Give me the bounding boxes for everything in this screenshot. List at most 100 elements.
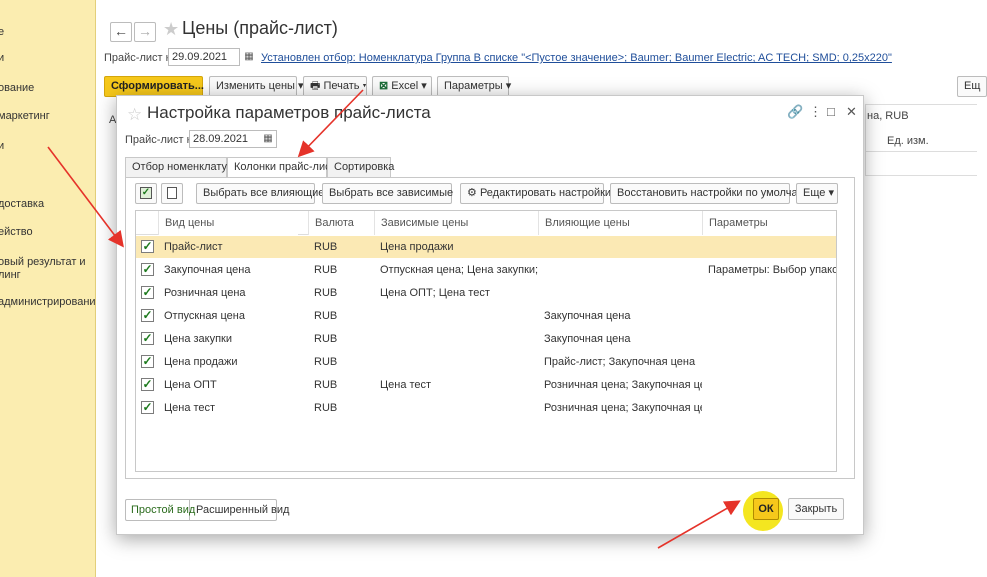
- cell-params: [702, 328, 836, 350]
- sidebar-item-5[interactable]: и: [0, 140, 95, 153]
- check-all-icon: ✓: [140, 187, 152, 199]
- cell-dependent: Цена продажи: [380, 241, 454, 253]
- table-row[interactable]: ✓ Отпускная цена RUB Закупочная цена: [136, 305, 836, 327]
- cell-price-type: Отпускная цена: [164, 310, 245, 322]
- back-button[interactable]: ←: [110, 22, 132, 42]
- cell-price-type: Цена ОПТ: [164, 379, 217, 391]
- forward-button[interactable]: →: [134, 22, 156, 42]
- simple-view-button[interactable]: Простой вид: [126, 500, 195, 520]
- cell-currency: RUB: [314, 287, 338, 299]
- favorite-star-icon[interactable]: ☆: [127, 105, 142, 125]
- table-row[interactable]: ✓ Цена тест RUB Розничная цена; Закупочная …: [136, 397, 836, 419]
- tab-sorting[interactable]: Сортировка: [327, 157, 394, 177]
- row-checkbox[interactable]: ✓: [141, 401, 154, 414]
- col-currency[interactable]: Валюта: [308, 211, 374, 235]
- check-all-button[interactable]: ✓: [135, 183, 157, 204]
- cell-params: [702, 351, 836, 373]
- cell-currency: RUB: [314, 379, 338, 391]
- calendar-icon[interactable]: ▦: [261, 131, 275, 147]
- cell-price-type: Розничная цена: [164, 287, 246, 299]
- view-switch: Простой вид Расширенный вид: [125, 499, 289, 521]
- more-button[interactable]: Еще ▾: [796, 183, 838, 204]
- cell-params: [702, 374, 836, 396]
- col-dependent[interactable]: Зависимые цены: [374, 211, 538, 235]
- filter-link[interactable]: Установлен отбор: Номенклатура Группа В …: [261, 52, 892, 64]
- copy-icon: [167, 187, 177, 199]
- row-checkbox[interactable]: ✓: [141, 378, 154, 391]
- select-all-dependent-button[interactable]: Выбрать все зависимые: [322, 183, 453, 204]
- row-checkbox[interactable]: ✓: [141, 240, 154, 253]
- edit-settings-label: Редактировать настройки: [479, 187, 612, 199]
- cell-dependent: [374, 351, 538, 373]
- cell-price-type: Закупочная цена: [164, 264, 251, 276]
- cell-price-type: Цена продажи: [164, 356, 238, 368]
- bg-grid-header: [865, 104, 977, 152]
- table-row[interactable]: ✓ Цена закупки RUB Закупочная цена: [136, 328, 836, 350]
- calendar-icon[interactable]: ▦: [242, 49, 256, 65]
- excel-label: Excel: [391, 80, 419, 92]
- cell-currency: RUB: [314, 402, 338, 414]
- link-icon[interactable]: 🔗: [787, 104, 803, 120]
- row-checkbox[interactable]: ✓: [141, 309, 154, 322]
- change-prices-button[interactable]: Изменить цены ▾: [209, 76, 304, 97]
- cell-influencing: [538, 236, 702, 258]
- price-columns-table: Вид цены Валюта Зависимые цены Влияющие …: [135, 210, 837, 472]
- table-header: Вид цены Валюта Зависимые цены Влияющие …: [136, 211, 836, 235]
- close-button[interactable]: Закрыть: [788, 498, 844, 520]
- ok-button[interactable]: ОК: [753, 498, 779, 520]
- excel-button[interactable]: ⊠ Excel ▾: [372, 76, 432, 97]
- menu-dots-icon[interactable]: ⋮: [809, 104, 822, 120]
- cell-currency: RUB: [314, 333, 338, 345]
- row-checkbox[interactable]: ✓: [141, 355, 154, 368]
- table-row[interactable]: ✓ Цена ОПТ RUB Цена тест Розничная цена; Зак…: [136, 374, 836, 396]
- cell-dependent: Цена тест: [380, 379, 432, 391]
- table-row[interactable]: ✓ Цена продажи RUB Прайс-лист; Закупочная ц…: [136, 351, 836, 373]
- cell-currency: RUB: [314, 356, 338, 368]
- tab-nomenclature-filter[interactable]: Отбор номенклатуры: [125, 157, 241, 177]
- generate-button[interactable]: Сформировать...: [104, 76, 204, 97]
- edit-settings-button[interactable]: ⚙ Редактировать настройки: [460, 183, 611, 204]
- maximize-icon[interactable]: □: [827, 104, 835, 119]
- params-label: Параметры: [444, 80, 503, 92]
- select-all-influencing-button[interactable]: Выбрать все влияющие: [196, 183, 324, 204]
- col-influencing[interactable]: Влияющие цены: [538, 211, 702, 235]
- pricelist-date-input[interactable]: 29.09.2021: [168, 48, 240, 66]
- close-icon[interactable]: ✕: [846, 104, 857, 120]
- sidebar-item-delivery[interactable]: доставка: [0, 198, 95, 211]
- cell-dependent: [374, 328, 538, 350]
- tab-panel-columns: ✓ Выбрать все влияющие Выбрать все завис…: [125, 177, 855, 479]
- sidebar-item-3[interactable]: ование: [0, 82, 95, 95]
- sidebar-item-7[interactable]: ейство: [0, 226, 95, 239]
- table-row[interactable]: ✓ Прайс-лист RUB Цена продажи: [136, 236, 836, 258]
- params-button[interactable]: Параметры ▾: [437, 76, 511, 97]
- change-prices-label: Изменить цены: [216, 80, 295, 92]
- row-checkbox[interactable]: ✓: [141, 286, 154, 299]
- col-price-type[interactable]: Вид цены: [158, 211, 298, 235]
- settings-dialog: ☆ Настройка параметров прайс-листа 🔗 ⋮ □…: [116, 95, 864, 535]
- more-button[interactable]: Ещ: [957, 76, 987, 97]
- favorite-star-icon[interactable]: ★: [163, 19, 179, 40]
- cell-currency: RUB: [314, 241, 338, 253]
- cell-influencing: Розничная цена; Закупочная цена...: [544, 402, 702, 414]
- printer-icon: 🖶: [310, 80, 321, 92]
- cell-influencing: Прайс-лист; Закупочная цена: [544, 356, 696, 368]
- row-checkbox[interactable]: ✓: [141, 332, 154, 345]
- table-row[interactable]: ✓ Закупочная цена RUB Отпускная цена; Цена …: [136, 259, 836, 281]
- cell-dependent: Отпускная цена; Цена закупки; Це...: [380, 264, 538, 276]
- print-button[interactable]: 🖶 Печать ▾: [303, 76, 367, 97]
- sidebar-item-2[interactable]: и: [0, 52, 95, 65]
- extended-view-button[interactable]: Расширенный вид: [191, 500, 289, 520]
- cell-price-type: Цена закупки: [164, 333, 233, 345]
- row-checkbox[interactable]: ✓: [141, 263, 154, 276]
- col-params[interactable]: Параметры: [702, 211, 836, 235]
- sidebar-item-admin[interactable]: администрирование: [0, 296, 95, 309]
- sidebar-item-marketing[interactable]: маркетинг: [0, 110, 95, 123]
- cell-price-type: Цена тест: [164, 402, 216, 414]
- tab-pricelist-columns[interactable]: Колонки прайс-листа: [227, 157, 342, 178]
- table-row[interactable]: ✓ Розничная цена RUB Цена ОПТ; Цена тест: [136, 282, 836, 304]
- sidebar-item-1[interactable]: е: [0, 26, 95, 39]
- cell-params: [702, 236, 836, 258]
- uncheck-all-button[interactable]: [161, 183, 183, 204]
- sidebar-item-finresult[interactable]: овый результат и линг: [0, 256, 95, 282]
- restore-defaults-button[interactable]: Восстановить настройки по умолчанию: [610, 183, 818, 204]
